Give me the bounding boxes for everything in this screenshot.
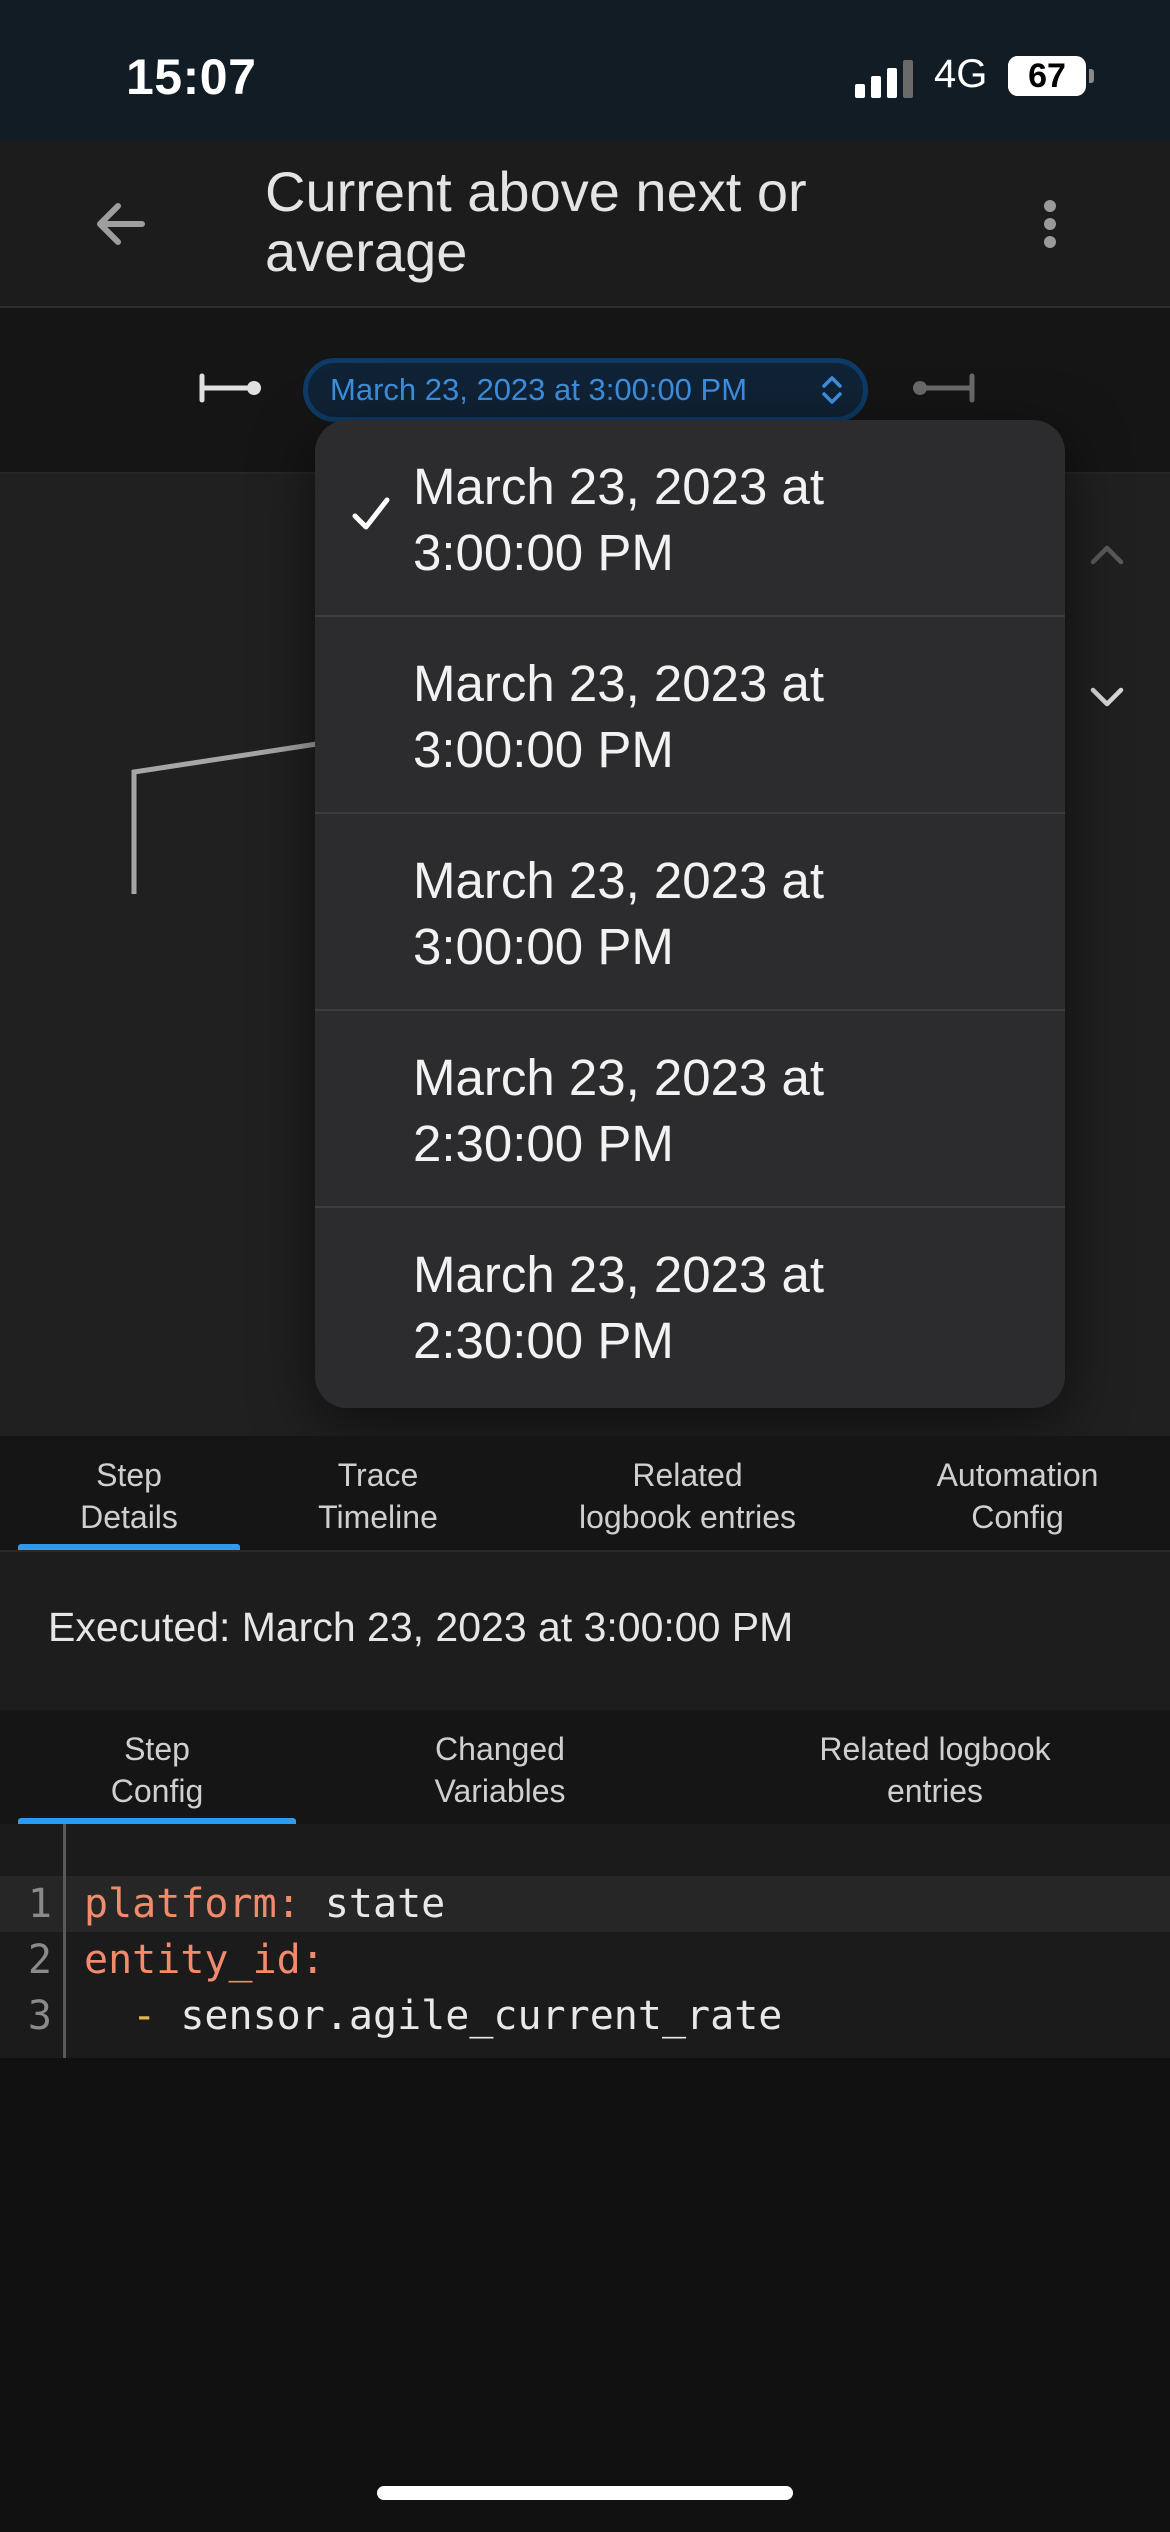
- back-button[interactable]: [80, 184, 160, 264]
- tab-step-details[interactable]: Step Details: [18, 1454, 240, 1538]
- battery-icon: 67: [1008, 56, 1086, 96]
- dropdown-option[interactable]: March 23, 2023 at 2:30:00 PM: [315, 1208, 1065, 1405]
- tab-related-logbook-entries[interactable]: Related logbook entries: [770, 1728, 1100, 1812]
- battery-level: 67: [1028, 57, 1066, 95]
- trace-dropdown-menu: March 23, 2023 at 3:00:00 PM March 23, 20…: [315, 420, 1065, 1408]
- line-number: 3: [27, 1993, 52, 2039]
- status-bar: 15:07 4G 67: [0, 0, 1170, 140]
- yaml-value: state: [300, 1881, 446, 1927]
- dropdown-option-label: March 23, 2023 at 2:30:00 PM: [413, 1246, 825, 1369]
- trace-select[interactable]: March 23, 2023 at 3:00:00 PM: [303, 358, 868, 422]
- older-trace-button[interactable]: [196, 368, 268, 408]
- gutter-divider: [63, 1824, 66, 2058]
- line-number: 2: [27, 1937, 52, 1983]
- overflow-menu-button[interactable]: [1030, 184, 1070, 264]
- battery-tip: [1089, 69, 1094, 83]
- tab-changed-variables[interactable]: Changed Variables: [380, 1728, 620, 1812]
- chevron-up-icon[interactable]: [1085, 534, 1129, 578]
- executed-banner: Executed: March 23, 2023 at 3:00:00 PM: [0, 1552, 1170, 1710]
- dropdown-option-label: March 23, 2023 at 3:00:00 PM: [413, 852, 825, 975]
- dropdown-option[interactable]: March 23, 2023 at 3:00:00 PM: [315, 617, 1065, 814]
- page-title: Current above next or average: [265, 160, 807, 283]
- checkmark-icon: [352, 497, 390, 530]
- network-type: 4G: [934, 52, 988, 96]
- yaml-value: sensor.agile_current_rate: [180, 1993, 783, 2039]
- newer-trace-button[interactable]: [906, 368, 978, 408]
- status-time: 15:07: [126, 49, 257, 105]
- dropdown-option-label: March 23, 2023 at 3:00:00 PM: [413, 655, 825, 778]
- yaml-key: entity_id:: [84, 1937, 325, 1983]
- cellular-signal-icon: [855, 58, 915, 98]
- dropdown-option[interactable]: March 23, 2023 at 3:00:00 PM: [315, 814, 1065, 1011]
- chevron-down-icon[interactable]: [1085, 674, 1129, 718]
- trace-select-value: March 23, 2023 at 3:00:00 PM: [330, 372, 748, 407]
- tab-related-logbook[interactable]: Related logbook entries: [540, 1454, 835, 1538]
- arrow-left-icon: [97, 203, 145, 245]
- code-line: 3 - sensor.agile_current_rate: [0, 1988, 1170, 2044]
- tab-automation-config[interactable]: Automation Config: [900, 1454, 1135, 1538]
- unfold-icon: [822, 376, 842, 404]
- active-tab-indicator: [18, 1544, 240, 1550]
- yaml-code-editor[interactable]: 1 platform: state 2 entity_id: 3 - senso…: [0, 1824, 1170, 2058]
- dots-vertical-icon: [1044, 200, 1056, 212]
- main-tabs: Step Details Trace Timeline Related logbook…: [0, 1436, 1170, 1552]
- app-header: Current above next or average: [0, 140, 1170, 308]
- arrow-collapse-left-icon: [199, 373, 261, 403]
- tab-step-config[interactable]: Step Config: [18, 1728, 296, 1812]
- dropdown-option[interactable]: March 23, 2023 at 3:00:00 PM: [315, 420, 1065, 617]
- home-indicator[interactable]: [377, 2486, 793, 2500]
- dropdown-option[interactable]: March 23, 2023 at 2:30:00 PM: [315, 1011, 1065, 1208]
- executed-text: Executed: March 23, 2023 at 3:00:00 PM: [48, 1604, 794, 1650]
- line-number: 1: [27, 1881, 52, 1927]
- screen: 15:07 4G 67 Current above next or averag…: [0, 0, 1170, 2532]
- sub-tabs: Step Config Changed Variables Related logb…: [0, 1710, 1170, 1824]
- arrow-collapse-right-icon: [913, 373, 975, 403]
- code-line: 2 entity_id:: [0, 1932, 1170, 1988]
- yaml-list-dash: -: [84, 1993, 181, 2039]
- dropdown-option-label: March 23, 2023 at 2:30:00 PM: [413, 1049, 825, 1172]
- tab-trace-timeline[interactable]: Trace Timeline: [265, 1454, 491, 1538]
- dropdown-option-label: March 23, 2023 at 3:00:00 PM: [413, 458, 825, 581]
- yaml-key: platform:: [84, 1881, 301, 1927]
- code-line: 1 platform: state: [0, 1876, 1170, 1932]
